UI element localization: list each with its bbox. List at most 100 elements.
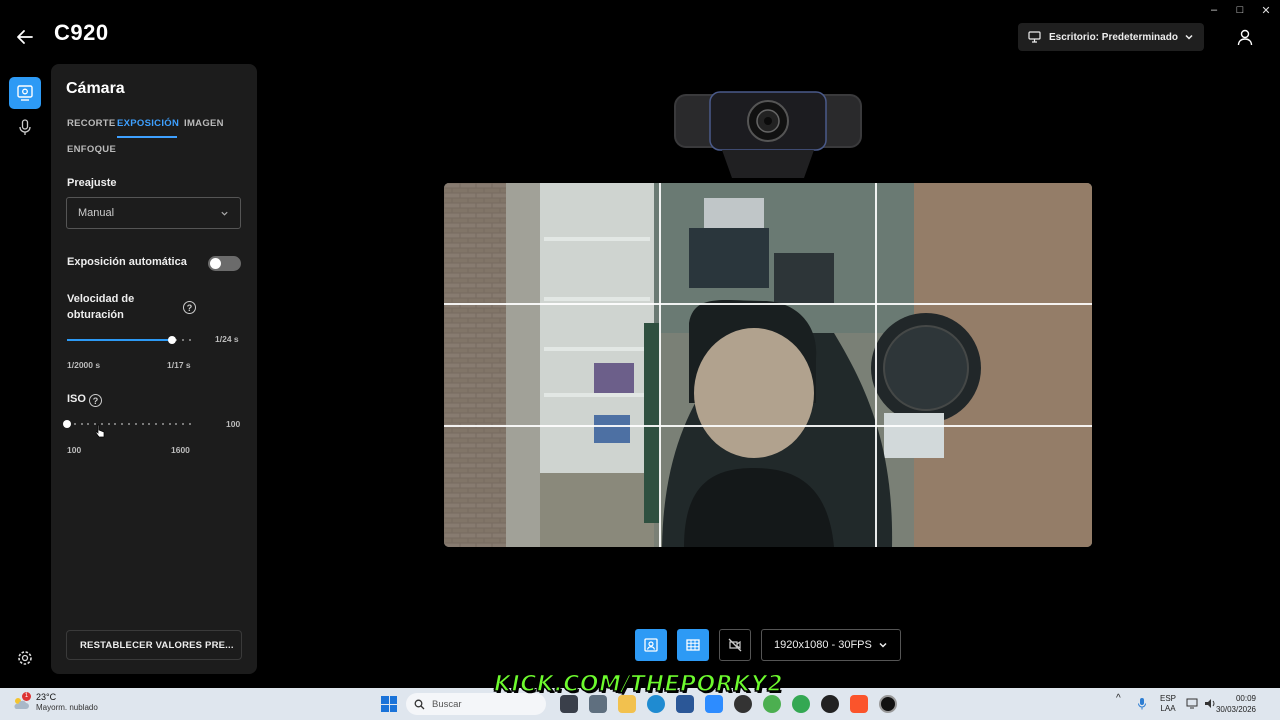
brave-browser-icon[interactable] (850, 695, 868, 713)
slider-tick (80, 422, 83, 425)
layout-code: LAA (1160, 704, 1176, 713)
chrome-icon[interactable] (763, 695, 781, 713)
minimize-button[interactable]: – (1208, 4, 1220, 17)
resolution-dropdown[interactable]: 1920x1080 - 30FPS (761, 629, 901, 661)
shutter-min-label: 1/2000 s (67, 360, 101, 370)
maximize-button[interactable]: □ (1234, 4, 1246, 17)
iso-label: ISO (67, 393, 86, 405)
chevron-down-icon (879, 642, 887, 648)
desktop-profile-icon (1028, 31, 1041, 43)
tray-chevron-up-icon[interactable]: ^ (1116, 694, 1121, 704)
grid-line (875, 183, 877, 547)
slider-fill (67, 339, 173, 341)
microphone-icon[interactable] (16, 118, 34, 136)
auto-exposure-toggle[interactable] (208, 256, 241, 271)
app-window: – □ ✕ C920 Escritorio: Predeterminado Cá… (0, 0, 1280, 688)
grid-line (444, 425, 1092, 427)
privacy-toggle-button[interactable] (719, 629, 751, 661)
resolution-value: 1920x1080 - 30FPS (774, 639, 872, 651)
tab-recorte[interactable]: RECORTE (67, 118, 116, 129)
taskbar-app-icon[interactable] (589, 695, 607, 713)
tray-microphone-icon[interactable] (1137, 697, 1147, 710)
chevron-down-icon (1185, 34, 1193, 40)
back-arrow-icon[interactable] (14, 26, 36, 48)
grid-icon (686, 639, 700, 651)
shutter-speed-label: Velocidad de obturación (67, 293, 135, 321)
slider-tick (168, 422, 171, 425)
grid-line (659, 183, 661, 547)
logitech-ghub-icon[interactable] (879, 695, 897, 713)
camera-frame-icon (644, 638, 658, 652)
windows-start-icon[interactable] (381, 696, 397, 712)
slider-tick (87, 422, 90, 425)
webcam-device-image (674, 91, 862, 178)
slider-thumb[interactable] (63, 420, 71, 428)
user-icon[interactable] (1236, 28, 1254, 46)
reset-defaults-button[interactable]: RESTABLECER VALORES PRE... (66, 630, 242, 660)
slider-thumb[interactable] (168, 336, 177, 344)
shutter-max-label: 1/17 s (167, 360, 191, 370)
tab-enfoque[interactable]: ENFOQUE (67, 144, 116, 155)
tab-exposicion[interactable]: EXPOSICIÓN (117, 118, 179, 129)
slider-tick (134, 422, 137, 425)
window-controls: – □ ✕ (1208, 4, 1272, 17)
iso-max-label: 1600 (171, 445, 190, 455)
iso-slider[interactable] (63, 420, 191, 428)
slider-tick (189, 338, 191, 341)
camera-settings-panel: Cámara RECORTE EXPOSICIÓN IMAGEN ENFOQUE… (51, 64, 257, 674)
preset-label: Preajuste (67, 177, 117, 189)
taskbar-app-icon[interactable] (560, 695, 578, 713)
zoom-icon[interactable] (705, 695, 723, 713)
slider-tick (155, 422, 158, 425)
camera-preview (444, 183, 1092, 547)
weather-temp: 23°C (36, 692, 57, 702)
obs-icon[interactable] (821, 695, 839, 713)
slider-tick (114, 422, 117, 425)
network-icon[interactable] (1186, 698, 1198, 709)
preset-select[interactable]: Manual (66, 197, 241, 229)
stream-watermark: KICK.COM/THEPORKY2 (493, 671, 784, 698)
iso-help-icon[interactable]: ? (89, 394, 102, 407)
clock-time: 00:09 (1235, 694, 1256, 703)
chrome-icon[interactable] (792, 695, 810, 713)
search-icon (414, 699, 425, 709)
shutter-help-icon[interactable]: ? (183, 301, 196, 314)
panel-title: Cámara (66, 80, 125, 97)
system-clock[interactable]: 00:09 30/03/2026 (1216, 693, 1256, 715)
slider-tick (148, 422, 151, 425)
toggle-knob (210, 258, 221, 269)
active-tab-indicator (117, 136, 177, 138)
profile-dropdown[interactable]: Escritorio: Predeterminado (1018, 23, 1204, 51)
notification-badge: 1 (22, 692, 31, 701)
folder-icon[interactable] (618, 695, 636, 713)
profile-dropdown-label: Escritorio: Predeterminado (1049, 31, 1178, 43)
camera-off-icon (728, 638, 742, 652)
slider-tick (107, 422, 110, 425)
slider-tick (141, 422, 144, 425)
volume-icon[interactable] (1204, 698, 1216, 709)
mouse-cursor-icon (95, 424, 105, 438)
taskbar-app-icon[interactable] (676, 695, 694, 713)
grid-toggle-button[interactable] (677, 629, 709, 661)
slider-tick (189, 422, 191, 425)
camera-nav-button[interactable] (9, 77, 41, 109)
preview-frame-image (444, 183, 1092, 547)
edge-browser-icon[interactable] (647, 695, 665, 713)
slider-tick (175, 422, 178, 425)
iso-min-label: 100 (67, 445, 82, 455)
slider-tick (182, 338, 185, 341)
gear-icon[interactable] (16, 649, 34, 667)
taskbar-app-icon[interactable] (734, 695, 752, 713)
chevron-down-icon (221, 211, 228, 216)
tab-imagen[interactable]: IMAGEN (184, 118, 224, 129)
keyboard-language[interactable]: ESP LAA (1160, 694, 1176, 714)
grid-line (444, 303, 1092, 305)
device-title: C920 (54, 20, 109, 45)
search-placeholder: Buscar (432, 698, 462, 710)
iso-value: 100 (226, 419, 241, 429)
camera-icon (17, 85, 33, 101)
shutter-speed-slider[interactable] (67, 336, 191, 344)
camera-view-button[interactable] (635, 629, 667, 661)
close-button[interactable]: ✕ (1260, 4, 1272, 17)
language-code: ESP (1160, 694, 1177, 703)
